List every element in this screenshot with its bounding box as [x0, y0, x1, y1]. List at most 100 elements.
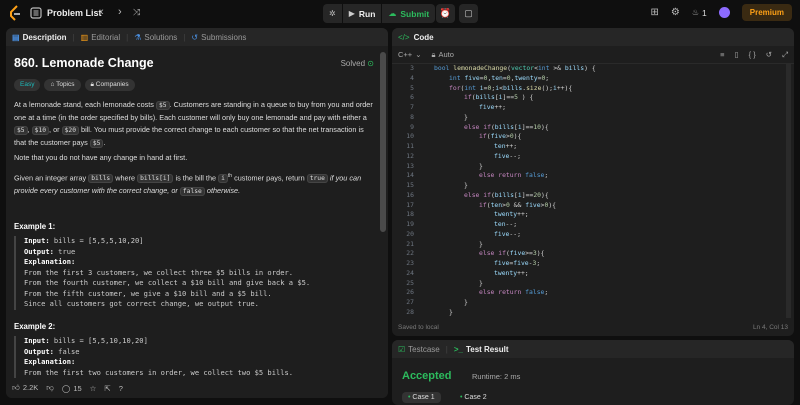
explanation-line: Since all customers got correct change, … — [24, 299, 259, 308]
code-text: } — [419, 240, 483, 248]
result-panel: ☑ Testcase | >_ Test Result Accepted Run… — [392, 340, 794, 405]
difficulty-badge[interactable]: Easy — [14, 79, 41, 91]
alarm-button[interactable]: ⏰ — [436, 4, 455, 23]
explanation-line: From the first two customers in order, w… — [24, 367, 294, 377]
code-token: five — [464, 73, 480, 82]
share-icon[interactable]: ⇱ — [104, 384, 110, 393]
auto-mode[interactable]: 🔒︎ Auto — [431, 50, 453, 60]
braces-icon[interactable]: { } — [749, 50, 756, 59]
settings-icon[interactable]: ⚙ — [671, 7, 680, 18]
code-line: 25} — [392, 279, 792, 289]
thumbs-up-icon: 👍︎ — [12, 383, 20, 392]
bookmark-icon[interactable]: ▯ — [734, 50, 738, 59]
code-token: ; — [544, 171, 549, 180]
fullscreen-icon[interactable]: ⤢ — [782, 50, 788, 60]
line-number: 19 — [406, 220, 414, 228]
code-line: 7 five++; — [392, 103, 792, 113]
code-token: for — [449, 83, 461, 92]
code-token: ten — [491, 73, 503, 82]
run-button[interactable]: ▶ Run — [341, 4, 382, 23]
tab-solutions-label: Solutions — [144, 32, 178, 42]
code-line: 14 else return false; — [392, 171, 792, 181]
streak-counter[interactable]: ♨ 1 — [692, 8, 707, 18]
code-text: } — [419, 308, 453, 316]
note-button[interactable]: ▢ — [459, 4, 478, 23]
note-icon: ▢ — [464, 8, 473, 18]
tab-description[interactable]: ▤ Description — [12, 33, 67, 42]
case-label: Case 1 — [412, 394, 435, 401]
input-label: Input: — [24, 336, 50, 345]
code-editor[interactable]: 3 bool lemonadeChange(vector<int >& bills… — [392, 64, 794, 318]
star-icon[interactable]: ☆ — [90, 384, 97, 393]
companies-label: Companies — [95, 81, 129, 88]
tab-test-result[interactable]: >_ Test Result — [454, 345, 509, 354]
text: otherwise. — [204, 186, 241, 196]
tab-solutions[interactable]: ⚗ Solutions — [134, 33, 177, 42]
submit-button[interactable]: ☁ Submit — [381, 4, 436, 23]
code-token: 20 — [533, 190, 542, 199]
code-token: } — [449, 307, 453, 316]
code-token: } — [464, 181, 468, 189]
code-line: 5 for(int i=0;i<bills.size();i++){ — [392, 84, 792, 94]
code-text: } — [419, 113, 468, 121]
description-panel: ▤ Description | ▥ Editorial | ⚗ Solution… — [6, 28, 388, 398]
problem-list-link[interactable]: Problem List — [47, 8, 102, 18]
chevron-right-icon[interactable]: › — [118, 6, 122, 18]
tab-submissions[interactable]: ↺ Submissions — [191, 33, 246, 42]
explanation-line: From the fourth customer, we collect a $… — [24, 278, 311, 287]
code-line: 16 else if(bills[i]==20){ — [392, 191, 792, 201]
flask-icon: ⚗ — [134, 32, 142, 42]
problem-description: 860. Lemonade Change Solved ⊙ Easy ⌂ Top… — [14, 52, 378, 378]
format-icon[interactable]: ≡ — [720, 50, 724, 59]
code-token: five — [490, 132, 506, 141]
code-token: bills — [494, 122, 515, 131]
dislike-button[interactable]: 👎︎ — [46, 383, 54, 393]
line-number: 18 — [406, 210, 414, 219]
code-token: } — [479, 161, 483, 170]
logo-icon[interactable] — [8, 5, 22, 21]
code-token: --; — [505, 220, 518, 228]
topics-tag[interactable]: ⌂ Topics — [44, 79, 81, 91]
code-text: if(five>0){ — [419, 132, 521, 140]
inline-code: false — [179, 187, 205, 197]
case-tab-2[interactable]: • Case 2 — [454, 392, 493, 403]
avatar[interactable] — [718, 7, 730, 18]
code-token: five — [494, 151, 510, 160]
thumbs-down-icon: 👎︎ — [46, 383, 54, 392]
layout-icon[interactable]: ⊞ — [651, 7, 659, 18]
comments-button[interactable]: ◯ 15 — [62, 384, 82, 393]
scrollbar[interactable] — [380, 52, 386, 232]
code-text: ten++; — [419, 142, 517, 150]
document-icon: ▤ — [12, 32, 20, 42]
code-token: five — [509, 249, 526, 258]
help-icon[interactable]: ? — [119, 384, 123, 393]
topics-label: Topics — [56, 81, 75, 88]
shuffle-icon[interactable]: ⤨ — [133, 7, 140, 18]
case-label: Case 2 — [464, 394, 487, 401]
companies-tag[interactable]: 🔒︎ Companies — [84, 79, 135, 91]
tab-testcase[interactable]: ☑ Testcase — [398, 345, 440, 354]
debug-button[interactable]: ✲ — [323, 4, 342, 23]
premium-button[interactable]: Premium — [741, 4, 792, 21]
chevron-left-icon[interactable]: ‹ — [100, 6, 104, 18]
code-line: 27} — [392, 298, 792, 308]
grid-icon[interactable] — [30, 7, 42, 19]
code-token: ++; — [494, 103, 506, 111]
code-token: int — [449, 73, 465, 82]
code-text: five--; — [419, 152, 521, 160]
like-button[interactable]: 👍︎ 2.2K — [12, 383, 38, 393]
case-tab-1[interactable]: • Case 1 — [402, 392, 441, 403]
code-text: else if(bills[i]==10){ — [419, 123, 549, 131]
example-1-block: Input: bills = [5,5,5,10,20] Output: tru… — [14, 236, 310, 310]
tab-testcase-label: Testcase — [408, 344, 440, 354]
code-token: bool — [434, 64, 454, 72]
alarm-icon: ⏰ — [439, 8, 452, 18]
code-token: ]== — [521, 122, 534, 131]
language-select[interactable]: C++ ⌄ — [398, 50, 421, 59]
runtime: Runtime: 2 ms — [472, 372, 521, 381]
inline-code: $5 — [155, 101, 170, 110]
tab-editorial[interactable]: ▥ Editorial — [81, 33, 120, 42]
reset-icon[interactable]: ↺ — [766, 50, 772, 59]
code-line: 13} — [392, 162, 792, 172]
editor-scrollbar[interactable] — [786, 64, 791, 318]
